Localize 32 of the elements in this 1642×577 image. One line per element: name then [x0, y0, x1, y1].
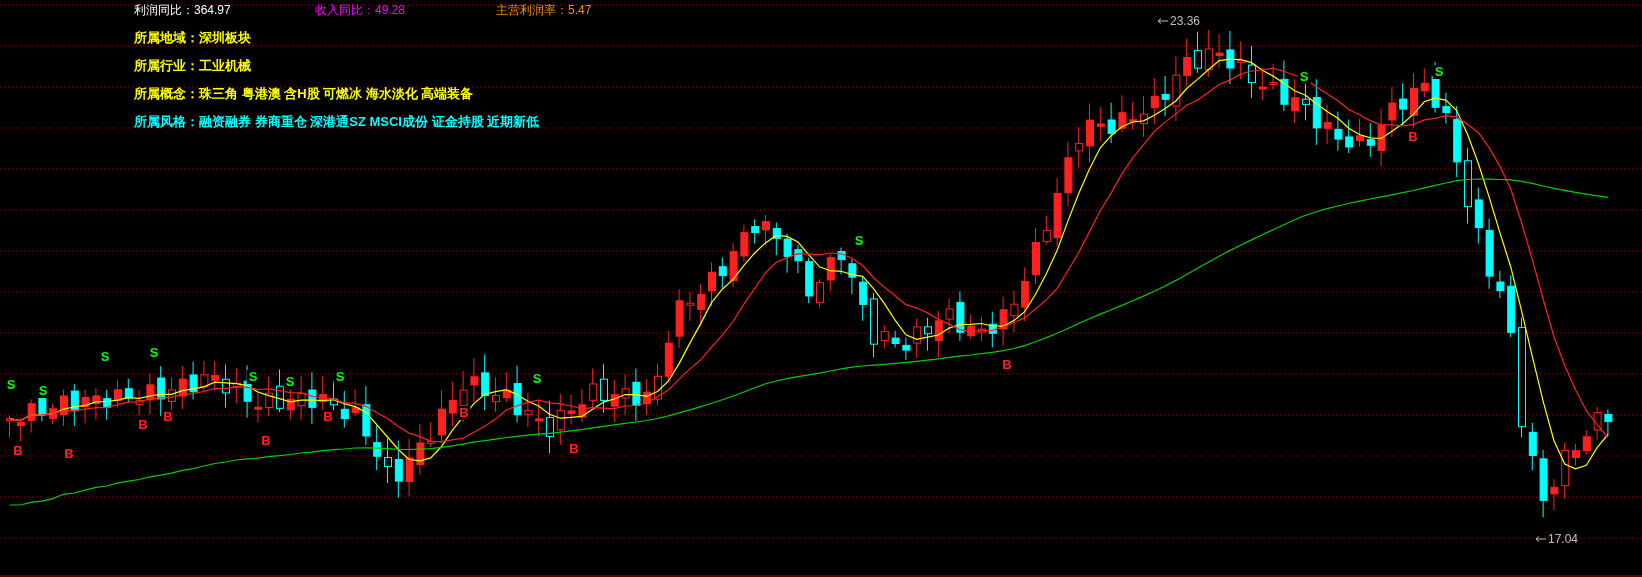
indicator-text: 收入同比：49.28 [315, 2, 407, 18]
buy-signal-label: B [62, 447, 76, 461]
sell-signal-label: S [852, 234, 866, 248]
price-label: 17.04 [1548, 532, 1579, 546]
arrow-icon [1158, 18, 1168, 24]
buy-signal-label: B [1000, 358, 1014, 372]
sell-signal-label: S [147, 346, 161, 360]
buy-signal-label: B [567, 442, 581, 456]
info-text: 所属地域：深圳板块 [134, 30, 251, 46]
arrow-icon [1536, 536, 1546, 542]
price-label: 23.36 [1170, 14, 1201, 28]
buy-signal-label: B [161, 410, 175, 424]
buy-signal-label: B [136, 418, 150, 432]
buy-signal-label: B [11, 444, 25, 458]
sell-signal-label: S [1297, 70, 1311, 84]
indicator-text: 主营利润率：5.47 [496, 2, 593, 18]
buy-signal-label: B [1406, 130, 1420, 144]
sell-signal-label: S [36, 384, 50, 398]
info-text: 所属风格：融资融券 券商重仓 深港通SZ MSCI成份 证金持股 近期新低 [134, 114, 540, 130]
info-text: 所属概念：珠三角 粤港澳 含H股 可燃冰 海水淡化 高端装备 [134, 86, 474, 102]
sell-signal-label: S [246, 370, 260, 384]
info-text: 所属行业：工业机械 [134, 58, 251, 74]
buy-signal-label: B [259, 434, 273, 448]
buy-signal-label: B [457, 406, 471, 420]
sell-signal-label: S [4, 378, 18, 392]
sell-signal-label: S [98, 350, 112, 364]
sell-signal-label: S [530, 372, 544, 386]
sell-signal-label: S [1432, 65, 1446, 79]
sell-signal-label: S [333, 370, 347, 384]
sell-signal-label: S [283, 375, 297, 389]
buy-signal-label: B [321, 410, 335, 424]
indicator-text: 利润同比：364.97 [134, 2, 232, 18]
